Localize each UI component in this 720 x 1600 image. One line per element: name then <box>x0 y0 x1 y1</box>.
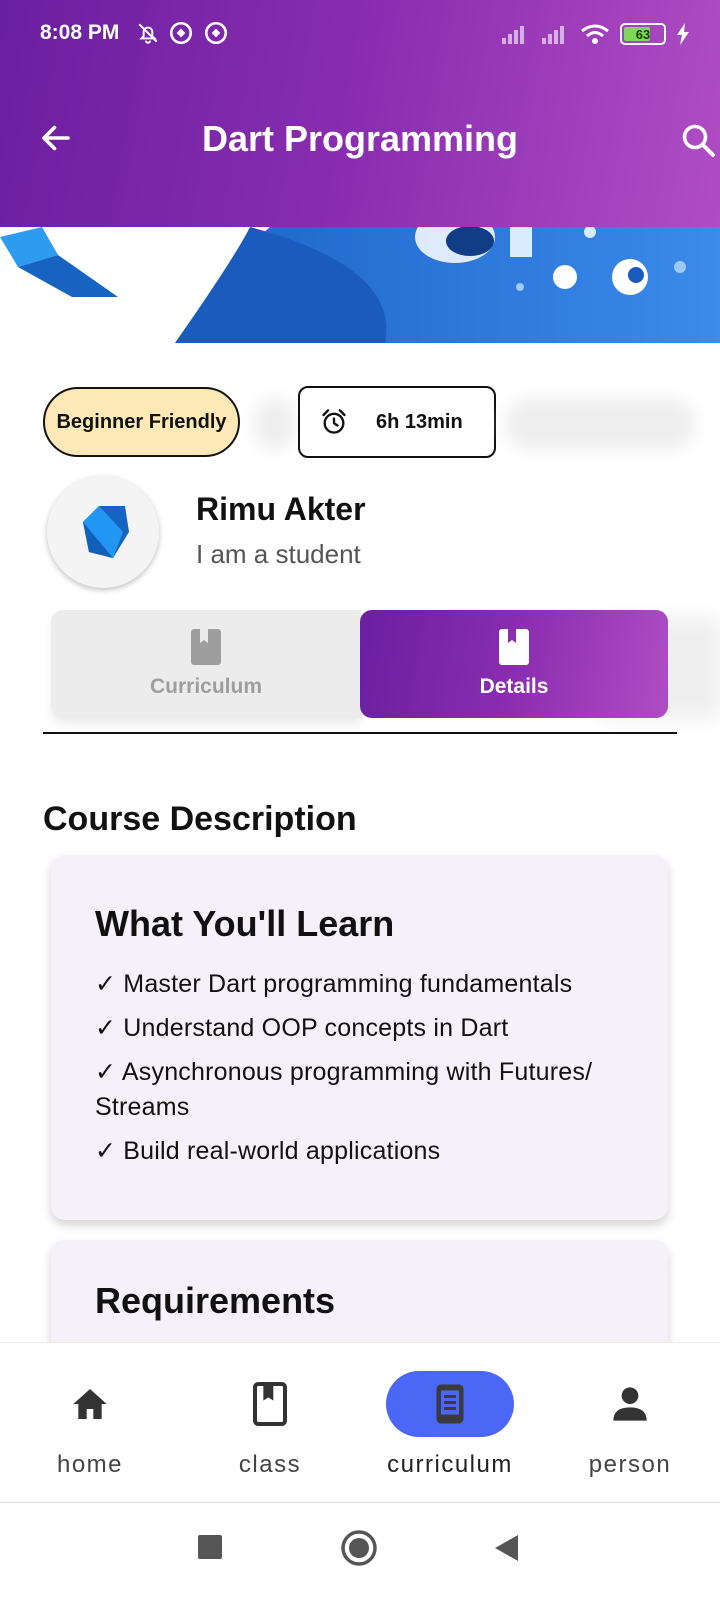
page-title: Dart Programming <box>201 118 519 159</box>
level-chip-label: Beginner Friendly <box>56 410 227 433</box>
app-status-icon <box>169 21 193 45</box>
level-chip: Beginner Friendly <box>43 387 240 457</box>
status-right: 63 <box>500 20 690 48</box>
nav-item-label: curriculum <box>387 1451 513 1478</box>
duration-chip-label: 6h 13min <box>376 410 463 433</box>
book-icon <box>253 1382 287 1426</box>
search-icon[interactable] <box>680 122 716 158</box>
signal-icon <box>502 26 524 44</box>
profile-role: I am a student <box>196 539 361 569</box>
bottom-navigation: home class curriculum person <box>0 1342 720 1502</box>
requirements-card-title: Requirements <box>95 1280 336 1321</box>
divider <box>43 732 677 734</box>
signal-icon <box>542 26 564 44</box>
system-navigation-bar <box>0 1502 720 1600</box>
home-icon <box>73 1389 107 1419</box>
recent-apps-icon[interactable] <box>196 1533 224 1561</box>
status-time: 8:08 PM <box>40 21 120 44</box>
profile-name: Rimu Akter <box>196 491 366 527</box>
learn-list: ✓ Master Dart programming fundamentals ✓… <box>95 967 635 1178</box>
section-title: Course Description <box>43 800 357 838</box>
dart-logo-icon <box>83 506 129 558</box>
nav-item-label: home <box>56 1451 124 1478</box>
alarm-clock-icon <box>322 409 346 434</box>
tab-curriculum-label: Curriculum <box>149 675 262 698</box>
status-bar: 8:08 PM 63 <box>0 0 720 70</box>
tab-details[interactable]: Details <box>360 610 668 718</box>
wifi-icon <box>581 24 609 44</box>
nav-item-label: class <box>238 1451 302 1478</box>
learn-card-title: What You'll Learn <box>95 903 395 944</box>
tablet-icon <box>436 1384 464 1424</box>
avatar <box>47 476 159 588</box>
book-icon <box>191 629 221 665</box>
course-banner-image <box>0 227 720 343</box>
nav-item-label: person <box>588 1451 672 1478</box>
list-item: ✓ Understand OOP concepts in Dart <box>95 1014 509 1042</box>
learn-card: What You'll Learn ✓ Master Dart programm… <box>51 855 668 1220</box>
app-status-icon <box>204 21 228 45</box>
nav-item-home[interactable]: home <box>10 1371 170 1479</box>
nav-item-curriculum[interactable]: curriculum <box>370 1371 530 1479</box>
header: 8:08 PM 63 Dart Programming <box>0 0 720 227</box>
nav-item-class[interactable]: class <box>190 1371 350 1479</box>
duration-chip: 6h 13min <box>298 386 496 458</box>
battery-icon: 63 <box>620 23 666 45</box>
charging-icon <box>677 23 689 45</box>
list-item: ✓ Build real-world applications <box>95 1137 441 1165</box>
list-item: ✓ Master Dart programming fundamentals <box>95 970 573 998</box>
decorative-blur <box>255 398 295 450</box>
tab-curriculum[interactable]: Curriculum <box>51 610 361 718</box>
decorative-blur <box>505 398 695 450</box>
list-item: ✓ Asynchronous programming with Futures/… <box>95 1058 593 1121</box>
book-icon <box>499 629 529 665</box>
nav-item-person[interactable]: person <box>550 1371 710 1479</box>
person-icon <box>613 1387 647 1421</box>
back-triangle-icon[interactable] <box>492 1533 520 1563</box>
notifications-off-icon <box>138 23 158 44</box>
tab-details-label: Details <box>479 675 549 698</box>
battery-level: 63 <box>635 26 651 42</box>
home-button-icon[interactable] <box>340 1529 378 1567</box>
